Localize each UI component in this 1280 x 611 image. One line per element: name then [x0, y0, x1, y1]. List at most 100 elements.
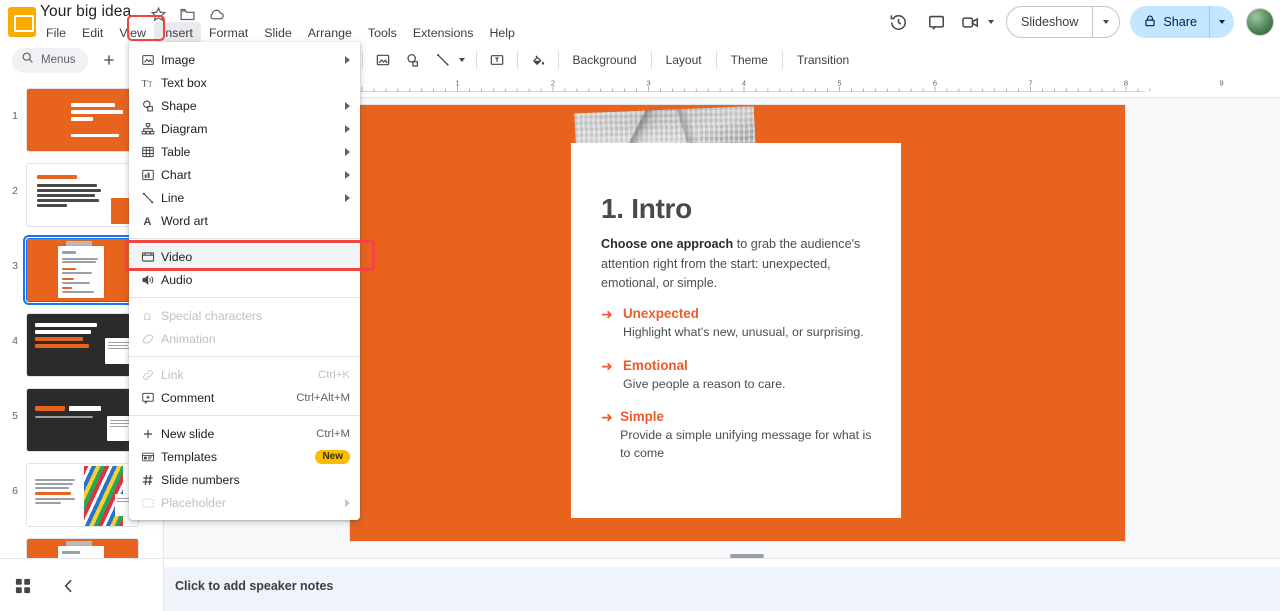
video-icon	[141, 250, 161, 264]
menu-item-text-box[interactable]: TT Text box	[129, 71, 360, 94]
menu-insert[interactable]: Insert	[153, 22, 201, 44]
thumbnail-number: 2	[12, 185, 18, 197]
chevron-right-icon	[345, 101, 350, 110]
list-item[interactable]: ➜ Emotional Give people a reason to care…	[601, 357, 879, 394]
slide-thumbnail-3[interactable]	[23, 235, 142, 305]
horizontal-ruler[interactable]: 1 2 3 4 5 6 7 8 9	[350, 76, 1280, 98]
slideshow-button[interactable]: Slideshow	[1005, 6, 1121, 38]
slide-heading[interactable]: 1. Intro	[601, 193, 692, 225]
menu-item-line[interactable]: Line	[129, 186, 360, 209]
menu-item-templates[interactable]: Templates New	[129, 445, 360, 468]
menu-item-label: Animation	[161, 331, 216, 346]
line-icon	[141, 191, 161, 205]
menu-item-label: Chart	[161, 167, 192, 182]
menu-item-slide-numbers[interactable]: Slide numbers	[129, 468, 360, 491]
slide-thumbnail-5[interactable]	[26, 388, 139, 452]
menu-tools[interactable]: Tools	[360, 22, 405, 44]
slide-thumbnail-7[interactable]	[26, 538, 139, 558]
video-call-icon[interactable]	[958, 5, 984, 39]
transition-button[interactable]: Transition	[788, 49, 858, 71]
menu-item-new-slide[interactable]: New slide Ctrl+M	[129, 422, 360, 445]
slide-content-card[interactable]: 1. Intro Choose one approach to grab the…	[571, 143, 901, 518]
menu-edit[interactable]: Edit	[74, 22, 111, 44]
share-label: Share	[1163, 15, 1197, 29]
share-dropdown-icon[interactable]	[1210, 20, 1234, 24]
star-icon[interactable]	[150, 6, 167, 23]
menu-item-label: Templates	[161, 449, 218, 464]
theme-button[interactable]: Theme	[722, 49, 777, 71]
menu-extensions[interactable]: Extensions	[405, 22, 482, 44]
chevron-right-icon	[345, 170, 350, 179]
menu-view[interactable]: View	[111, 22, 154, 44]
table-icon	[141, 145, 161, 159]
chevron-right-icon	[345, 124, 350, 133]
speaker-notes-input[interactable]: Click to add speaker notes	[164, 567, 1280, 611]
filmstrip-footer	[0, 559, 164, 611]
insert-shape-button[interactable]	[400, 47, 426, 73]
menu-item-table[interactable]: Table	[129, 140, 360, 163]
menu-item-shape[interactable]: Shape	[129, 94, 360, 117]
menu-item-audio[interactable]: Audio	[129, 268, 360, 291]
bullet-body: Provide a simple unifying message for wh…	[620, 428, 872, 460]
background-button[interactable]: Background	[564, 49, 646, 71]
list-item[interactable]: ➜ Simple Provide a simple unifying messa…	[601, 408, 879, 462]
slide-thumbnail-2[interactable]	[26, 163, 139, 227]
menu-arrange[interactable]: Arrange	[300, 22, 360, 44]
diagram-icon	[141, 122, 161, 136]
menu-slide[interactable]: Slide	[256, 22, 300, 44]
fill-color-button[interactable]	[525, 47, 551, 73]
layout-text-button[interactable]: Layout	[657, 49, 711, 71]
version-history-icon[interactable]	[882, 5, 916, 39]
insert-image-button[interactable]	[370, 47, 396, 73]
slide-thumbnail-1[interactable]	[26, 88, 139, 152]
move-to-folder-icon[interactable]	[179, 6, 196, 23]
menu-separator	[129, 238, 360, 239]
menu-item-label: Audio	[161, 272, 193, 287]
insert-textbox-button[interactable]	[484, 47, 510, 73]
menu-bar: File Edit View Insert Format Slide Arran…	[38, 22, 523, 44]
menu-item-comment[interactable]: Comment Ctrl+Alt+M	[129, 386, 360, 409]
menu-separator	[129, 415, 360, 416]
menus-search-button[interactable]: Menus	[12, 47, 88, 73]
menu-item-video[interactable]: Video	[125, 240, 375, 271]
new-slide-button[interactable]	[96, 47, 122, 73]
thumbnail-number: 6	[12, 485, 18, 497]
menu-item-word-art[interactable]: A Word art	[129, 209, 360, 232]
document-title[interactable]: Your big idea	[40, 3, 131, 21]
chevron-right-icon	[345, 498, 350, 507]
list-item[interactable]: ➜ Unexpected Highlight what's new, unusu…	[601, 305, 879, 342]
slide-thumbnail-4[interactable]	[26, 313, 139, 377]
menu-item-label: Table	[161, 144, 191, 159]
slide-intro-bold: Choose one approach	[601, 237, 734, 251]
comment-icon	[141, 391, 161, 405]
user-avatar[interactable]	[1246, 8, 1274, 36]
cloud-saved-icon[interactable]	[208, 6, 225, 23]
insert-line-button[interactable]	[430, 47, 456, 73]
current-slide[interactable]: 1. Intro Choose one approach to grab the…	[350, 105, 1125, 541]
menu-format[interactable]: Format	[201, 22, 256, 44]
menu-file[interactable]: File	[38, 22, 74, 44]
animation-icon	[141, 332, 161, 346]
slideshow-dropdown-icon[interactable]	[1093, 20, 1119, 24]
share-button[interactable]: Share	[1130, 6, 1234, 38]
comment-history-icon[interactable]	[920, 5, 954, 39]
toolbar-divider-5	[650, 51, 652, 69]
bullet-body: Highlight what's new, unusual, or surpri…	[623, 325, 864, 339]
top-right-controls: Slideshow Share	[882, 4, 1276, 40]
menu-item-image[interactable]: Image	[129, 48, 360, 71]
slide-intro-paragraph[interactable]: Choose one approach to grab the audience…	[601, 235, 876, 294]
video-call-dropdown-icon[interactable]	[987, 20, 994, 24]
list-item[interactable]: 7	[0, 538, 163, 558]
slide-thumbnail-6[interactable]	[26, 463, 139, 527]
line-dropdown-icon[interactable]	[458, 58, 465, 62]
menu-item-diagram[interactable]: Diagram	[129, 117, 360, 140]
chevron-right-icon	[345, 193, 350, 202]
insert-dropdown-menu[interactable]: Image TT Text box Shape Diagram Table Ch…	[125, 42, 375, 520]
menu-item-shortcut: Ctrl+Alt+M	[296, 391, 350, 404]
grid-view-icon[interactable]	[13, 576, 33, 596]
menu-item-label: Slide numbers	[161, 472, 240, 487]
menu-item-chart[interactable]: Chart	[129, 163, 360, 186]
menu-help[interactable]: Help	[481, 22, 522, 44]
chevron-left-icon[interactable]	[59, 576, 79, 596]
arrow-icon: ➜	[601, 357, 613, 374]
